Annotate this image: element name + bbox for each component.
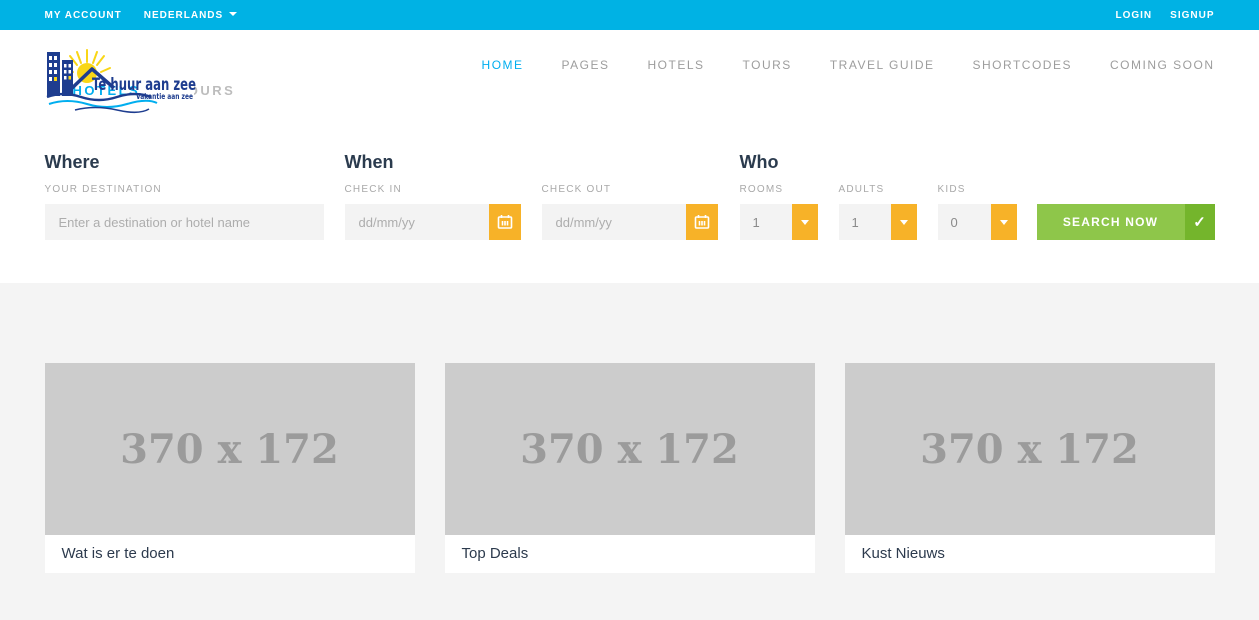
search-now-button[interactable]: SEARCH NOW ✓ <box>1037 204 1215 240</box>
nav-item-hotels[interactable]: HOTELS <box>648 58 705 72</box>
caret-down-icon <box>229 12 237 16</box>
checkout-label: CHECK OUT <box>542 184 718 196</box>
adults-select[interactable]: 1 <box>839 204 917 240</box>
rooms-label: ROOMS <box>740 184 818 196</box>
destination-label: YOUR DESTINATION <box>45 184 324 196</box>
spacer-heading <box>1037 152 1215 172</box>
calendar-icon <box>694 214 710 230</box>
spacer-label <box>1037 184 1215 196</box>
building-icon <box>47 52 60 96</box>
language-label: NEDERLANDS <box>144 10 223 21</box>
card-top-deals[interactable]: 370 x 172 Top Deals <box>445 363 815 573</box>
card-image-placeholder: 370 x 172 <box>845 363 1215 535</box>
chevron-down-icon <box>891 204 917 240</box>
calendar-icon <box>497 214 513 230</box>
adults-label: ADULTS <box>839 184 917 196</box>
nav-item-home[interactable]: HOME <box>482 58 524 72</box>
checkin-label: CHECK IN <box>345 184 521 196</box>
where-heading: Where <box>45 152 324 172</box>
topbar: MY ACCOUNT NEDERLANDS LOGIN SIGNUP <box>0 0 1259 30</box>
destination-input[interactable] <box>45 204 324 240</box>
adults-value: 1 <box>839 204 891 240</box>
nav-item-travel-guide[interactable]: TRAVEL GUIDE <box>830 58 935 72</box>
checkout-input[interactable] <box>542 204 686 240</box>
signup-link[interactable]: SIGNUP <box>1170 10 1214 21</box>
rooms-select[interactable]: 1 <box>740 204 818 240</box>
chevron-down-icon <box>991 204 1017 240</box>
card-title[interactable]: Top Deals <box>445 535 815 573</box>
main-nav: HOME PAGES HOTELS TOURS TRAVEL GUIDE SHO… <box>482 58 1215 72</box>
placeholder-size-text: 370 x 172 <box>520 426 739 473</box>
site-logo[interactable]: HOTELS TOURS <box>45 46 275 118</box>
search-now-label: SEARCH NOW <box>1037 204 1185 240</box>
when-heading: When <box>345 152 521 172</box>
nav-item-tours[interactable]: TOURS <box>743 58 792 72</box>
who-heading: Who <box>740 152 818 172</box>
placeholder-size-text: 370 x 172 <box>120 426 339 473</box>
check-icon: ✓ <box>1185 204 1215 240</box>
placeholder-size-text: 370 x 172 <box>920 426 1139 473</box>
card-kust-nieuws[interactable]: 370 x 172 Kust Nieuws <box>845 363 1215 573</box>
featured-section: 370 x 172 Wat is er te doen 370 x 172 To… <box>0 283 1259 620</box>
card-image-placeholder: 370 x 172 <box>445 363 815 535</box>
kids-label: KIDS <box>938 184 1017 196</box>
card-wat-is-er-te-doen[interactable]: 370 x 172 Wat is er te doen <box>45 363 415 573</box>
spacer-heading <box>542 152 718 172</box>
logo-art-icon: Te huur aan zee Vakantie aan zee <box>45 46 245 116</box>
nav-item-pages[interactable]: PAGES <box>562 58 610 72</box>
rooms-value: 1 <box>740 204 792 240</box>
card-image-placeholder: 370 x 172 <box>45 363 415 535</box>
my-account-link[interactable]: MY ACCOUNT <box>45 10 122 21</box>
nav-item-shortcodes[interactable]: SHORTCODES <box>973 58 1072 72</box>
nav-item-coming-soon[interactable]: COMING SOON <box>1110 58 1215 72</box>
card-title[interactable]: Wat is er te doen <box>45 535 415 573</box>
booking-search-form: Where YOUR DESTINATION When CHECK IN <box>0 130 1259 283</box>
spacer-heading <box>938 152 1017 172</box>
card-title[interactable]: Kust Nieuws <box>845 535 1215 573</box>
kids-select[interactable]: 0 <box>938 204 1017 240</box>
checkout-calendar-button[interactable] <box>686 204 718 240</box>
header: HOTELS TOURS <box>0 30 1259 130</box>
login-link[interactable]: LOGIN <box>1115 10 1152 21</box>
checkin-input[interactable] <box>345 204 489 240</box>
spacer-heading <box>839 152 917 172</box>
checkin-calendar-button[interactable] <box>489 204 521 240</box>
language-dropdown[interactable]: NEDERLANDS <box>144 10 237 21</box>
chevron-down-icon <box>792 204 818 240</box>
kids-value: 0 <box>938 204 991 240</box>
logo-subtitle: Vakantie aan zee <box>136 92 193 101</box>
